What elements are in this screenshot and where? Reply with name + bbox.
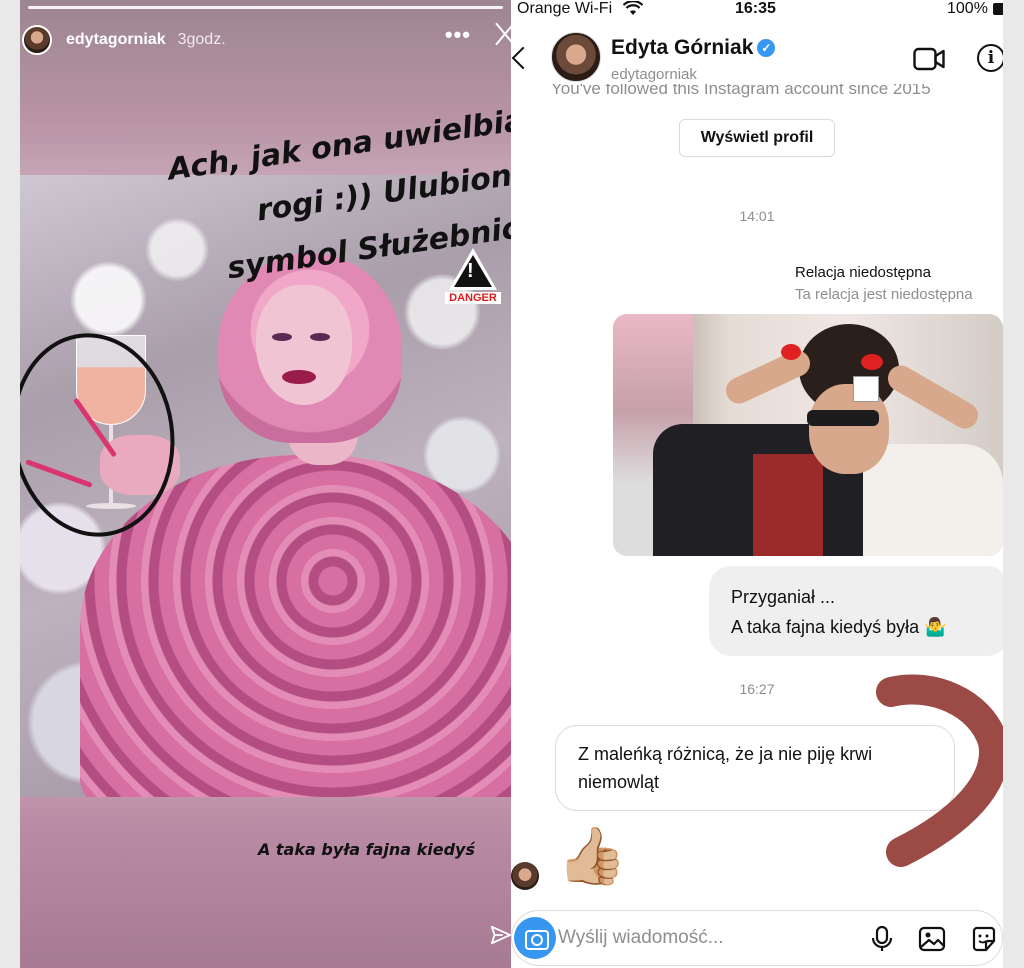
contact-handle: edytagorniak	[611, 66, 697, 83]
drawn-arrow-annotation	[876, 674, 1003, 867]
message-line: Przyganiał ...	[731, 587, 836, 607]
microphone-icon[interactable]	[868, 925, 896, 953]
timestamp: 14:01	[739, 208, 775, 224]
story-avatar[interactable]	[22, 25, 52, 55]
screenshot-collage: edytagorniak 3godz. ••• Ach, jak ona uwi…	[0, 0, 1024, 968]
figure-eye	[310, 333, 330, 341]
info-icon[interactable]: i	[977, 44, 1003, 72]
figure-face	[256, 285, 352, 405]
story-header: edytagorniak 3godz.	[20, 14, 511, 66]
more-options-icon[interactable]: •••	[445, 22, 471, 48]
back-arrow-icon[interactable]	[511, 44, 525, 72]
carrier-label: Orange Wi-Fi	[517, 0, 613, 17]
story-progress-bar	[28, 6, 503, 9]
follow-since-text: You've followed this Instagram account s…	[551, 84, 931, 98]
direct-message-screen: Orange Wi-Fi 16:35 100% Edyta Górniak ✓ e…	[511, 0, 1003, 968]
video-call-icon[interactable]	[913, 46, 945, 72]
story-time: 3godz.	[177, 31, 226, 48]
figure-lips	[282, 370, 316, 384]
story-unavailable-title: Relacja niedostępna	[795, 264, 931, 281]
sender-avatar	[511, 862, 539, 890]
view-profile-button[interactable]: Wyświetl profil	[679, 119, 835, 157]
verified-badge-icon: ✓	[757, 39, 776, 57]
battery-percent: 100%	[947, 0, 988, 17]
sticker-icon[interactable]	[970, 925, 998, 953]
thumbs-up-reaction[interactable]: 👍🏼	[557, 826, 627, 886]
battery-icon	[993, 3, 1003, 15]
story-username[interactable]: edytagorniak	[66, 31, 166, 49]
warning-icon: !	[467, 260, 474, 282]
contact-avatar[interactable]	[551, 32, 601, 82]
outgoing-message[interactable]: Przyganiał ... A taka fajna kiedyś była …	[709, 566, 1003, 656]
contact-name-text: Edyta Górniak	[611, 36, 754, 59]
instagram-story: edytagorniak 3godz. ••• Ach, jak ona uwi…	[20, 0, 511, 968]
sent-photo[interactable]	[613, 314, 1003, 556]
close-icon[interactable]	[497, 20, 511, 48]
contact-name[interactable]: Edyta Górniak ✓	[611, 36, 776, 60]
message-composer	[511, 910, 1003, 966]
figure-eye	[272, 333, 292, 341]
clock: 16:35	[735, 0, 776, 17]
message-input[interactable]	[558, 927, 808, 949]
story-unavailable-subtitle: Ta relacja jest niedostępna	[795, 286, 973, 303]
camera-icon[interactable]	[514, 917, 556, 959]
gallery-icon[interactable]	[918, 925, 946, 953]
danger-label: DANGER	[445, 292, 501, 304]
message-line: A taka fajna kiedyś była 🤷‍♂️	[731, 617, 947, 637]
status-bar: Orange Wi-Fi 16:35 100%	[511, 0, 1003, 20]
danger-sign: ! DANGER	[445, 248, 501, 308]
story-bottom-caption: A taka była fajna kiedyś	[257, 840, 475, 859]
wifi-icon	[623, 1, 643, 15]
send-icon[interactable]	[490, 924, 511, 946]
